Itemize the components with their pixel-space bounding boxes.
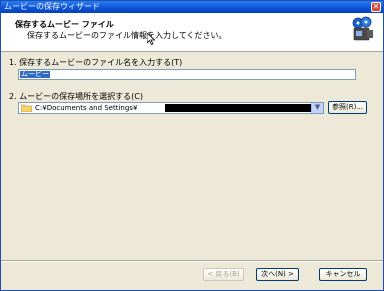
- movie-maker-logo-icon: [351, 16, 375, 44]
- window-title: ムービーの保存ウィザード: [4, 2, 100, 11]
- folder-icon: [20, 104, 33, 113]
- next-button[interactable]: 次へ(N) >: [256, 268, 299, 281]
- page-title: 保存するムービー ファイル: [15, 20, 114, 29]
- chevron-down-icon[interactable]: ▼: [311, 103, 323, 113]
- location-label: 2. ムービーの保存場所を選択する(C): [9, 92, 144, 101]
- browse-button[interactable]: 参照(R)...: [328, 101, 367, 114]
- location-value: C:¥Documents and Settings¥: [35, 104, 138, 112]
- title-bar[interactable]: ムービーの保存ウィザード ✕: [1, 1, 383, 13]
- filename-value: ムービー: [20, 70, 50, 78]
- wizard-window: ムービーの保存ウィザード ✕ 保存するムービー ファイル 保存するムービーのファ…: [0, 0, 384, 291]
- redacted-block: [165, 104, 317, 112]
- footer-divider: [1, 260, 383, 262]
- cancel-button[interactable]: キャンセル: [319, 268, 367, 281]
- back-button[interactable]: < 戻る(B): [203, 268, 244, 281]
- filename-input[interactable]: ムービー: [18, 69, 356, 80]
- close-button[interactable]: ✕: [371, 2, 381, 12]
- wizard-header: 保存するムービー ファイル 保存するムービーのファイル情報を入力してください。: [1, 13, 383, 52]
- close-icon: ✕: [372, 2, 380, 11]
- location-combobox[interactable]: C:¥Documents and Settings¥ ▼: [18, 102, 324, 114]
- filename-label: 1. 保存するムービーのファイル名を入力する(T): [9, 58, 183, 67]
- page-subtitle: 保存するムービーのファイル情報を入力してください。: [27, 31, 227, 40]
